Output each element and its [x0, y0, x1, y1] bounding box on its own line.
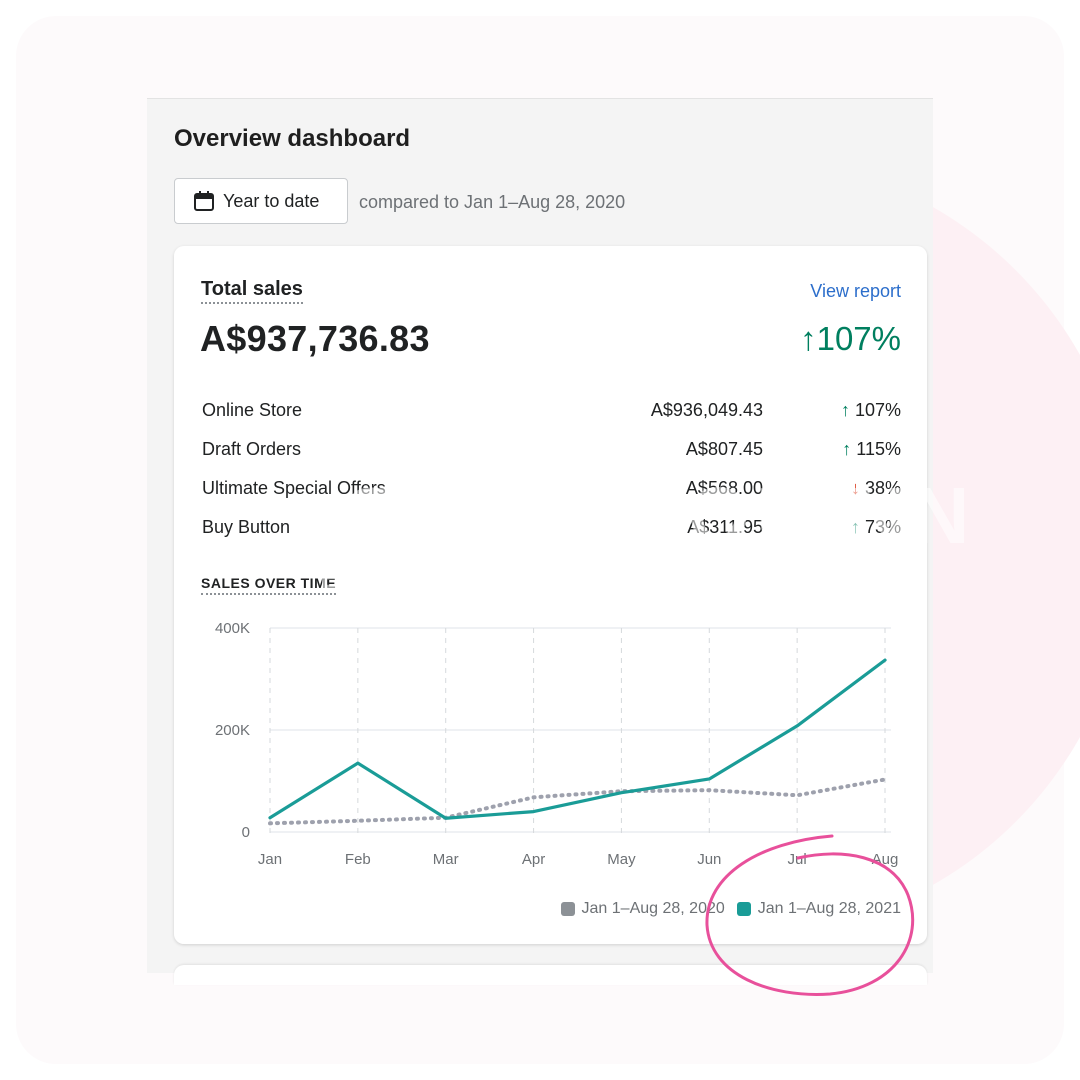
channel-row: Ultimate Special Offers A$568.00 ↓ 38% — [202, 474, 901, 513]
x-tick-label: Apr — [522, 851, 545, 868]
y-tick-label: 200K — [215, 722, 250, 739]
legend-item-previous[interactable]: Jan 1–Aug 28, 2020 — [560, 900, 725, 918]
arrow-down-icon: ↓ — [850, 478, 860, 498]
legend-label-previous: Jan 1–Aug 28, 2020 — [581, 900, 725, 917]
channel-name: Ultimate Special Offers — [202, 478, 386, 498]
arrow-up-icon: ↑ — [840, 400, 850, 420]
channel-change-value: 115% — [856, 439, 901, 459]
total-sales-card: Total sales View report A$937,736.83 ↑10… — [174, 246, 927, 944]
channel-change: ↓ 38% — [851, 478, 901, 499]
channel-change-value: 73% — [864, 517, 901, 537]
channel-name: Buy Button — [202, 517, 291, 537]
x-tick-label: Jun — [697, 851, 721, 868]
x-tick-label: May — [607, 851, 636, 868]
channel-row: Online Store A$936,049.43 ↑ 107% — [202, 396, 901, 435]
x-tick-label: Jul — [788, 851, 807, 868]
channel-amount: A$936,049.43 — [650, 400, 763, 420]
next-card-edge — [174, 965, 927, 985]
channel-amount: A$807.45 — [685, 439, 763, 459]
arrow-up-icon: ↑ — [842, 439, 852, 459]
channel-change: ↑ 107% — [841, 400, 901, 421]
total-sales-label[interactable]: Total sales — [201, 278, 303, 304]
channel-change-value: 107% — [854, 400, 901, 420]
channel-amount: A$311.95 — [687, 517, 763, 537]
date-range-label: Year to date — [223, 190, 320, 211]
channel-breakdown: Online Store A$936,049.43 ↑ 107% Draft O… — [202, 396, 901, 552]
channel-row: Buy Button A$311.95 ↑ 73% — [202, 513, 901, 552]
total-sales-change: ↑107% — [800, 320, 901, 358]
arrow-up-icon: ↑ — [850, 517, 860, 537]
total-change-value: 107% — [816, 320, 901, 357]
channel-name: Online Store — [202, 400, 303, 420]
x-tick-label: Aug — [872, 851, 899, 868]
channel-row: Draft Orders A$807.45 ↑ 115% — [202, 435, 901, 474]
channel-name: Draft Orders — [202, 439, 302, 459]
x-tick-label: Mar — [433, 851, 459, 868]
legend-item-current[interactable]: Jan 1–Aug 28, 2021 — [736, 900, 901, 918]
view-report-link[interactable]: View report — [810, 281, 901, 302]
comparison-text: compared to Jan 1–Aug 28, 2020 — [359, 192, 626, 212]
legend-swatch-previous — [560, 902, 575, 916]
legend-label-current: Jan 1–Aug 28, 2021 — [757, 900, 901, 917]
sales-over-time-label[interactable]: SALES OVER TIME — [201, 575, 337, 595]
y-tick-label: 400K — [215, 620, 250, 637]
date-range-button[interactable]: Year to date — [174, 178, 348, 224]
calendar-icon — [194, 191, 214, 211]
arrow-up-icon: ↑ — [800, 320, 817, 357]
channel-change-value: 38% — [864, 478, 901, 498]
page-title: Overview dashboard — [174, 125, 411, 152]
channel-change: ↑ 73% — [851, 517, 901, 538]
x-tick-label: Jan — [258, 851, 282, 868]
chart-legend: Jan 1–Aug 28, 2020 Jan 1–Aug 28, 2021 — [560, 900, 901, 918]
sales-over-time-chart: 0 200K 400K Jan Feb Mar Apr May Jun Jul Aug — [215, 620, 899, 868]
channel-amount: A$568.00 — [685, 478, 763, 498]
dashboard-panel: Overview dashboard Year to date compared… — [147, 98, 933, 985]
x-tick-label: Feb — [345, 851, 371, 868]
y-tick-label: 0 — [242, 824, 250, 841]
legend-swatch-current — [736, 902, 751, 916]
total-sales-value: A$937,736.83 — [200, 318, 430, 359]
channel-change: ↑ 115% — [842, 439, 901, 460]
